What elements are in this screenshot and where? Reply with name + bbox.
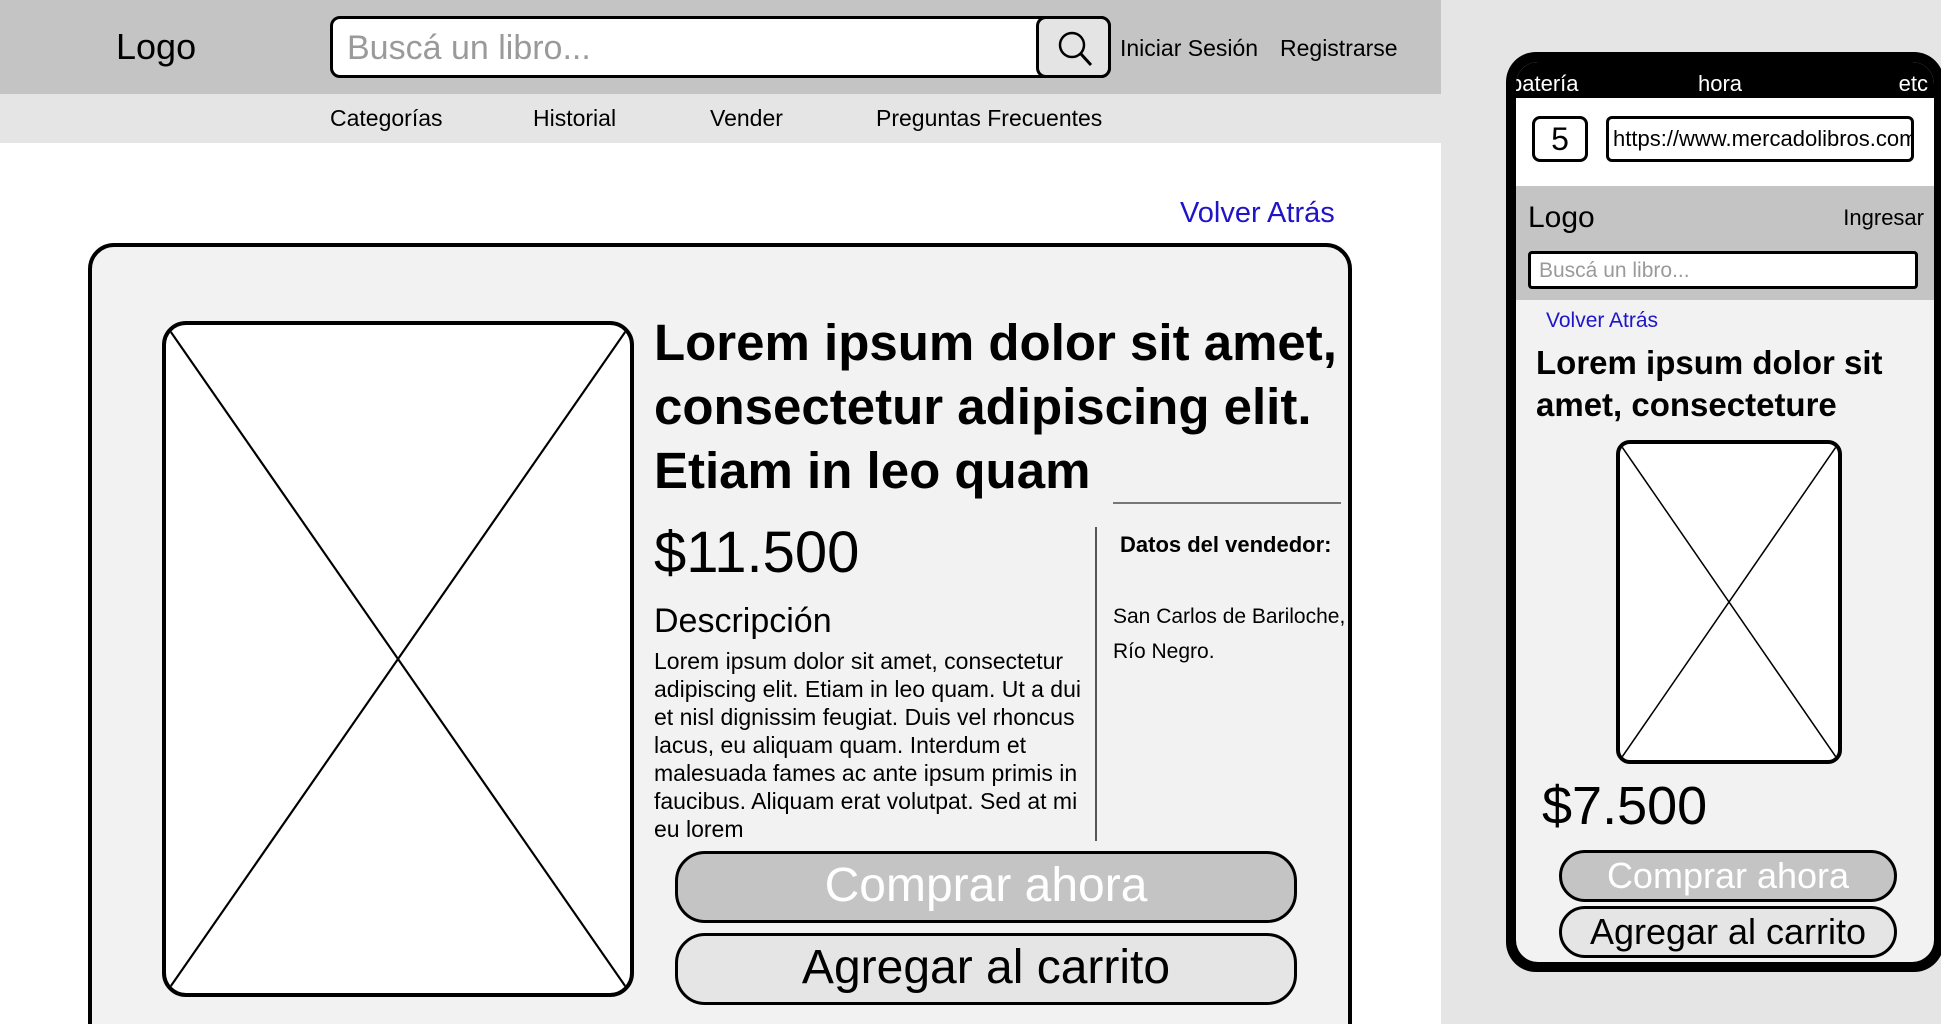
search-button[interactable]	[1036, 16, 1111, 78]
product-title: Lorem ipsum dolor sit amet, consectetur …	[654, 314, 1337, 499]
product-price: $7.500	[1542, 776, 1708, 836]
logo[interactable]: Logo	[116, 26, 196, 68]
status-bar: batería hora etc	[1516, 62, 1934, 98]
add-to-cart-button[interactable]: Agregar al carrito	[1559, 906, 1897, 958]
desktop-view: Logo Buscá un libro... Iniciar Sesión Re…	[0, 0, 1441, 1024]
logo[interactable]: Logo	[1528, 200, 1595, 236]
clock-status: hora	[1698, 71, 1743, 96]
mobile-view: batería hora etc 5 https://www.mercadoli…	[1516, 62, 1934, 962]
search-icon	[1058, 31, 1093, 67]
login-link[interactable]: Iniciar Sesión	[1120, 34, 1258, 62]
back-link[interactable]: Volver Atrás	[1546, 308, 1658, 334]
product-title: Lorem ipsum dolor sit amet, consecteture	[1536, 344, 1883, 423]
buy-now-button[interactable]: Comprar ahora	[1559, 850, 1897, 902]
other-status: etc	[1898, 71, 1928, 96]
product-price: $11.500	[654, 520, 860, 585]
register-link[interactable]: Registrarse	[1280, 34, 1398, 62]
product-image-placeholder	[1616, 440, 1842, 764]
phone-frame: batería hora etc 5 https://www.mercadoli…	[1506, 52, 1941, 972]
product-card: Lorem ipsum dolor sit amet, consectetur …	[88, 243, 1352, 1024]
seller-label: Datos del vendedor:	[1120, 532, 1332, 557]
nav-item-categorias[interactable]: Categorías	[330, 104, 443, 132]
battery-status: batería	[1516, 71, 1579, 96]
description-label: Descripción	[654, 602, 832, 640]
nav-item-historial[interactable]: Historial	[533, 104, 616, 132]
top-header: Logo Buscá un libro... Iniciar Sesión Re…	[0, 0, 1441, 94]
add-to-cart-button[interactable]: Agregar al carrito	[675, 933, 1297, 1005]
description-text: Lorem ipsum dolor sit amet, consectetur …	[654, 648, 1081, 837]
tabs-count-button[interactable]: 5	[1532, 116, 1588, 162]
search-placeholder: Buscá un libro...	[1539, 259, 1690, 282]
seller-location: San Carlos de Bariloche, Río Negro.	[1113, 605, 1346, 663]
product-image-placeholder	[162, 321, 634, 997]
divider	[1113, 502, 1341, 504]
divider	[1095, 527, 1097, 841]
mobile-header: Logo Ingresar Buscá un libro...	[1516, 186, 1934, 300]
url-field[interactable]: https://www.mercadolibros.com	[1606, 116, 1914, 162]
nav-item-preguntas-frecuentes[interactable]: Preguntas Frecuentes	[876, 104, 1102, 132]
login-link[interactable]: Ingresar	[1843, 204, 1924, 232]
nav-item-vender[interactable]: Vender	[710, 104, 783, 132]
search-placeholder: Buscá un libro...	[347, 29, 591, 67]
nav-bar: Categorías Historial Vender Preguntas Fr…	[0, 94, 1441, 143]
back-link[interactable]: Volver Atrás	[1180, 196, 1335, 230]
search-input[interactable]: Buscá un libro...	[330, 16, 1111, 78]
search-input[interactable]: Buscá un libro...	[1528, 251, 1918, 289]
buy-now-button[interactable]: Comprar ahora	[675, 851, 1297, 923]
browser-bar: 5 https://www.mercadolibros.com	[1516, 98, 1934, 186]
